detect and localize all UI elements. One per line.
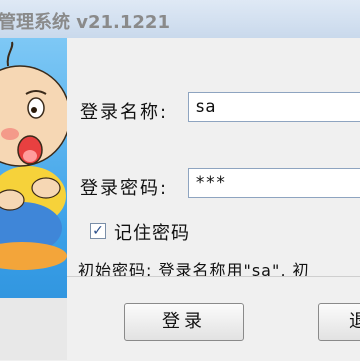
password-label: 登录密码: — [80, 178, 169, 199]
baby-mascot-illustration — [0, 41, 67, 270]
title-bar: 管理系统 v21.1221 — [0, 0, 360, 39]
username-field[interactable]: sa — [188, 92, 360, 122]
exit-button[interactable]: 退 — [318, 303, 360, 341]
mascot-panel — [0, 38, 67, 360]
mascot-panel-footer — [0, 298, 67, 360]
remember-password-label[interactable]: 记住密码 — [114, 219, 190, 245]
window-title: 管理系统 v21.1221 — [0, 12, 170, 33]
remember-password-checkbox[interactable]: ✓ — [90, 223, 106, 239]
login-form — [67, 38, 360, 268]
login-button[interactable]: 登录 — [124, 303, 244, 341]
username-label: 登录名称: — [80, 102, 169, 123]
password-field[interactable]: *** — [188, 168, 360, 198]
